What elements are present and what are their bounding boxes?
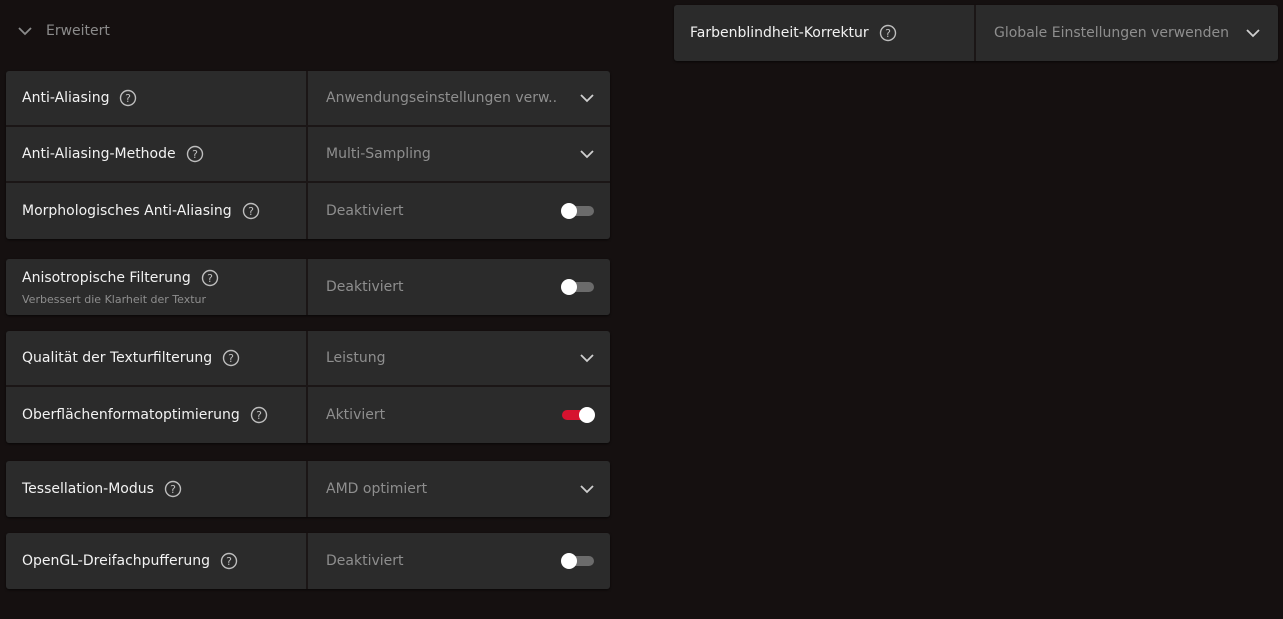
setting-row-opengl-dreifachpufferung: OpenGL-Dreifachpufferung ? Deaktiviert bbox=[6, 533, 610, 589]
setting-value: Aktiviert bbox=[326, 407, 386, 423]
setting-value: Anwendungseinstellungen verw... bbox=[326, 90, 558, 106]
svg-text:?: ? bbox=[126, 92, 132, 105]
svg-text:?: ? bbox=[207, 272, 213, 285]
setting-row-anisotropische-filterung: Anisotropische Filterung ? Verbessert di… bbox=[6, 259, 610, 315]
settings-group-anisotropic: Anisotropische Filterung ? Verbessert di… bbox=[6, 259, 610, 315]
setting-value: Deaktiviert bbox=[326, 553, 404, 569]
svg-text:?: ? bbox=[226, 555, 232, 568]
chevron-down-icon bbox=[1246, 28, 1260, 38]
chevron-down-icon bbox=[580, 93, 594, 103]
setting-row-tessellation-modus: Tessellation-Modus ? AMD optimiert bbox=[6, 461, 610, 517]
chevron-down-icon bbox=[580, 353, 594, 363]
help-icon[interactable]: ? bbox=[220, 552, 238, 570]
help-icon[interactable]: ? bbox=[164, 480, 182, 498]
setting-label: Qualität der Texturfilterung bbox=[22, 350, 213, 366]
setting-label: Morphologisches Anti-Aliasing bbox=[22, 203, 232, 219]
svg-text:?: ? bbox=[256, 409, 262, 422]
help-icon[interactable]: ? bbox=[242, 202, 260, 220]
help-icon[interactable]: ? bbox=[222, 349, 240, 367]
toggle-knob bbox=[561, 553, 577, 569]
setting-label: Oberflächenformatoptimierung bbox=[22, 407, 240, 423]
svg-text:?: ? bbox=[192, 148, 198, 161]
setting-row-morphologisches-anti-aliasing: Morphologisches Anti-Aliasing ? Deaktivi… bbox=[6, 183, 610, 239]
texturfilterung-dropdown[interactable]: Leistung bbox=[308, 331, 610, 385]
setting-label: OpenGL-Dreifachpufferung bbox=[22, 553, 211, 569]
setting-label: Anti-Aliasing bbox=[22, 90, 110, 106]
setting-row-anti-aliasing-methode: Anti-Aliasing-Methode ? Multi-Sampling bbox=[6, 127, 610, 183]
svg-text:?: ? bbox=[170, 483, 176, 496]
settings-group-texture: Qualität der Texturfilterung ? Leistung … bbox=[6, 331, 610, 443]
setting-label: Anti-Aliasing-Methode bbox=[22, 146, 176, 162]
help-icon[interactable]: ? bbox=[119, 89, 137, 107]
setting-sublabel: Verbessert die Klarheit der Textur bbox=[22, 292, 207, 306]
anisotropische-filterung-toggle[interactable] bbox=[561, 279, 594, 295]
chevron-down-icon bbox=[580, 484, 594, 494]
setting-row-qualitaet-der-texturfilterung: Qualität der Texturfilterung ? Leistung bbox=[6, 331, 610, 387]
help-icon[interactable]: ? bbox=[250, 406, 268, 424]
setting-label: Farbenblindheit-Korrektur bbox=[690, 25, 869, 41]
setting-row-anti-aliasing: Anti-Aliasing ? Anwendungseinstellungen … bbox=[6, 71, 610, 127]
help-icon[interactable]: ? bbox=[879, 24, 897, 42]
help-icon[interactable]: ? bbox=[186, 145, 204, 163]
chevron-down-icon bbox=[580, 149, 594, 159]
setting-label: Anisotropische Filterung bbox=[22, 269, 191, 286]
settings-group-tessellation: Tessellation-Modus ? AMD optimiert bbox=[6, 461, 610, 517]
toggle-knob bbox=[561, 279, 577, 295]
setting-value: Leistung bbox=[326, 350, 386, 366]
toggle-knob bbox=[561, 203, 577, 219]
help-icon[interactable]: ? bbox=[201, 269, 219, 287]
farbenblindheit-korrektur-dropdown[interactable]: Globale Einstellungen verwenden bbox=[976, 5, 1278, 61]
setting-row-farbenblindheit-korrektur: Farbenblindheit-Korrektur ? Globale Eins… bbox=[674, 5, 1278, 61]
setting-value: Deaktiviert bbox=[326, 203, 404, 219]
oberflaechenformatoptimierung-toggle[interactable] bbox=[562, 407, 595, 423]
svg-text:?: ? bbox=[248, 205, 254, 218]
section-title: Erweitert bbox=[46, 23, 110, 39]
setting-label: Tessellation-Modus bbox=[22, 481, 154, 497]
svg-text:?: ? bbox=[228, 352, 234, 365]
tessellation-modus-dropdown[interactable]: AMD optimiert bbox=[308, 461, 610, 517]
settings-group-anti-aliasing: Anti-Aliasing ? Anwendungseinstellungen … bbox=[6, 71, 610, 239]
setting-value: Deaktiviert bbox=[326, 279, 404, 295]
setting-row-oberflaechenformatoptimierung: Oberflächenformatoptimierung ? Aktiviert bbox=[6, 387, 610, 443]
setting-value: Multi-Sampling bbox=[326, 146, 431, 162]
anti-aliasing-methode-dropdown[interactable]: Multi-Sampling bbox=[308, 127, 610, 181]
svg-text:?: ? bbox=[885, 27, 891, 40]
opengl-dreifachpufferung-toggle[interactable] bbox=[561, 553, 594, 569]
chevron-down-icon bbox=[18, 26, 32, 36]
toggle-knob bbox=[579, 407, 595, 423]
settings-group-opengl: OpenGL-Dreifachpufferung ? Deaktiviert bbox=[6, 533, 610, 589]
setting-value: Globale Einstellungen verwenden bbox=[994, 25, 1230, 41]
setting-value: AMD optimiert bbox=[326, 481, 428, 497]
morphologisches-anti-aliasing-toggle[interactable] bbox=[561, 203, 594, 219]
section-header-erweitert[interactable]: Erweitert bbox=[18, 18, 110, 44]
anti-aliasing-dropdown[interactable]: Anwendungseinstellungen verw... bbox=[308, 71, 610, 125]
